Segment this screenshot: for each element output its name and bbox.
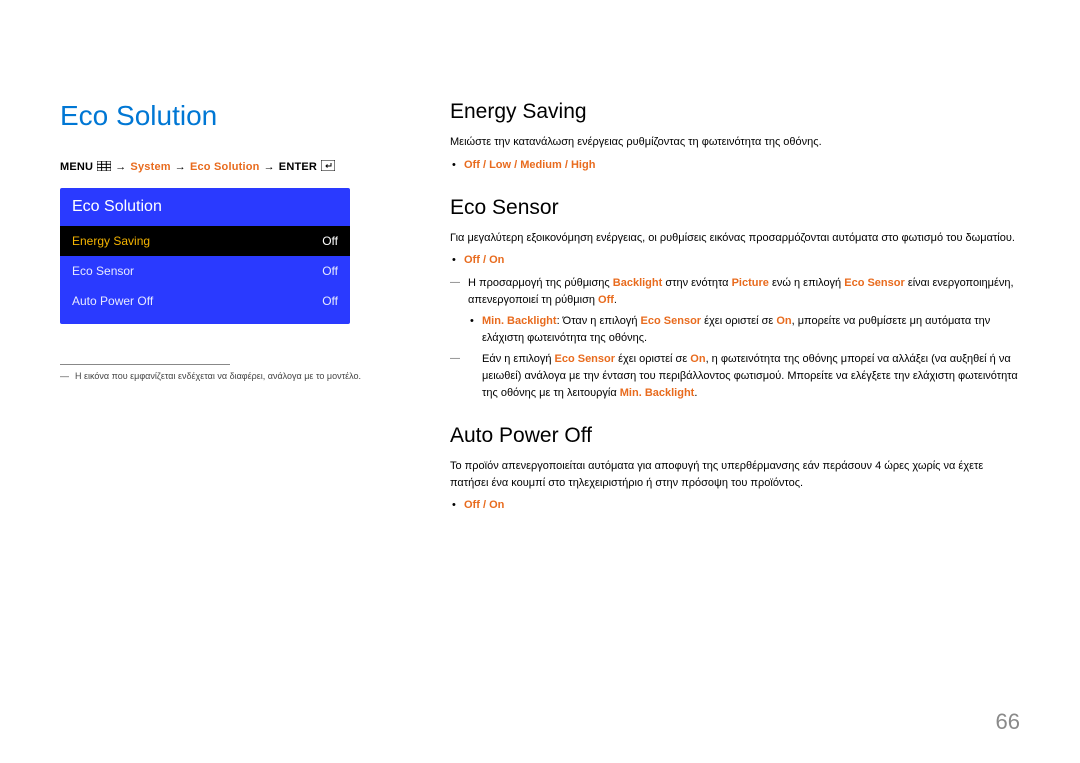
opt: Low [489,159,511,171]
options-line: Off / Low / Medium / High [450,157,1020,174]
osd-row-eco-sensor[interactable]: Eco Sensor Off [60,256,350,286]
opt: High [571,159,595,171]
options-list: Off / Low / Medium / High [450,157,1020,174]
divider [60,364,230,365]
osd-spacer [60,316,350,324]
options-list: Off / On [450,252,1020,269]
bc-enter: ENTER [279,161,317,173]
footnote: ― Η εικόνα που εμφανίζεται ενδέχεται να … [60,371,400,381]
hl: Eco Sensor [641,315,702,327]
hl: Eco Sensor [555,353,616,365]
left-column: Eco Solution MENU → System → Eco Solutio… [60,100,400,536]
sub-bullets: Min. Backlight: Όταν η επιλογή Eco Senso… [450,313,1020,347]
section-desc: Το προϊόν απενεργοποιείται αυτόματα για … [450,458,1020,491]
hl: On [776,315,791,327]
bc-system: System [130,161,170,173]
opt: Off [464,159,480,171]
hl: Min. Backlight [620,387,695,399]
page-title: Eco Solution [60,100,400,132]
osd-label: Energy Saving [72,234,150,248]
hl: Picture [732,277,769,289]
hl: Off [598,294,614,306]
sep: / [511,159,520,171]
menu-grid-icon [97,161,111,174]
sub-bullet: Min. Backlight: Όταν η επιλογή Eco Senso… [468,313,1020,347]
enter-icon [321,160,335,174]
section-eco-sensor: Eco Sensor Για μεγαλύτερη εξοικονόμηση ε… [450,196,1020,403]
manual-page: Eco Solution MENU → System → Eco Solutio… [0,0,1080,763]
t: Εάν η επιλογή [482,353,555,365]
opt: Medium [520,159,562,171]
t: Η προσαρμογή της ρύθμισης [468,277,613,289]
note-line: Η προσαρμογή της ρύθμισης Backlight στην… [450,275,1020,309]
osd-value: Off [322,294,338,308]
t: έχει οριστεί σε [615,353,690,365]
hl: Min. Backlight [482,315,557,327]
section-desc: Μειώστε την κατανάλωση ενέργειας ρυθμίζο… [450,134,1020,151]
osd-panel: Eco Solution Energy Saving Off Eco Senso… [60,188,350,324]
osd-row-auto-power-off[interactable]: Auto Power Off Off [60,286,350,316]
t: ενώ η επιλογή [769,277,844,289]
opt: On [489,499,504,511]
sep: / [480,499,489,511]
arrow-icon: → [175,161,186,173]
breadcrumb: MENU → System → Eco Solution → ENTER [60,160,400,174]
section-heading: Energy Saving [450,100,1020,124]
sep: / [562,159,571,171]
t: . [694,387,697,399]
section-heading: Eco Sensor [450,196,1020,220]
t: . [614,294,617,306]
arrow-icon: → [264,161,275,173]
two-column-layout: Eco Solution MENU → System → Eco Solutio… [60,100,1020,536]
section-auto-power-off: Auto Power Off Το προϊόν απενεργοποιείτα… [450,424,1020,514]
note-line: Εάν η επιλογή Eco Sensor έχει οριστεί σε… [450,351,1020,402]
bc-menu: MENU [60,161,93,173]
options-line: Off / On [450,252,1020,269]
sep: / [480,254,489,266]
section-heading: Auto Power Off [450,424,1020,448]
section-energy-saving: Energy Saving Μειώστε την κατανάλωση ενέ… [450,100,1020,174]
arrow-icon: → [115,161,126,173]
options-line: Off / On [450,497,1020,514]
sep: / [480,159,489,171]
opt: Off [464,254,480,266]
t: : Όταν η επιλογή [557,315,641,327]
hl: On [690,353,705,365]
osd-title: Eco Solution [60,188,350,226]
hl: Eco Sensor [844,277,905,289]
right-column: Energy Saving Μειώστε την κατανάλωση ενέ… [450,100,1020,536]
osd-label: Eco Sensor [72,264,134,278]
t: έχει οριστεί σε [701,315,776,327]
section-desc: Για μεγαλύτερη εξοικονόμηση ενέργειας, ο… [450,230,1020,247]
footnote-dash: ― [60,371,69,381]
osd-label: Auto Power Off [72,294,153,308]
bc-eco: Eco Solution [190,161,260,173]
page-number: 66 [996,709,1020,735]
t: στην ενότητα [662,277,731,289]
hl: Backlight [613,277,663,289]
osd-row-energy-saving[interactable]: Energy Saving Off [60,226,350,256]
osd-value: Off [322,264,338,278]
footnote-text: Η εικόνα που εμφανίζεται ενδέχεται να δι… [75,371,361,381]
options-list: Off / On [450,497,1020,514]
opt: On [489,254,504,266]
opt: Off [464,499,480,511]
osd-value: Off [322,234,338,248]
